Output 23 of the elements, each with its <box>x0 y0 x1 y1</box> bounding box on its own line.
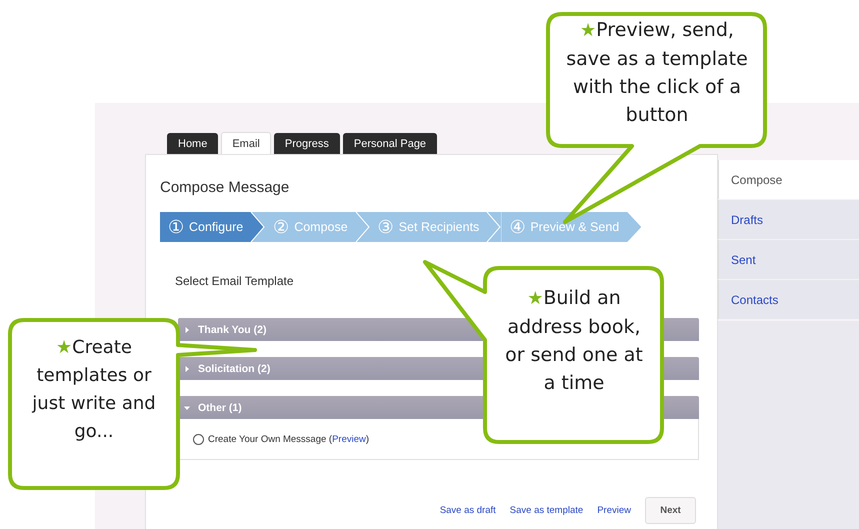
callout-text: ★Create templates or just write and go... <box>30 336 157 444</box>
option-label: Create Your Own Messsage (Preview) <box>208 434 370 444</box>
page-title: Compose Message <box>160 179 290 196</box>
sidebar-item[interactable]: Compose <box>718 160 859 199</box>
radio-button[interactable] <box>193 434 204 444</box>
preview-link[interactable]: Preview <box>332 434 366 444</box>
tab[interactable]: Progress <box>274 133 340 154</box>
tab[interactable]: Personal Page <box>342 133 438 154</box>
action-link[interactable]: Save as template <box>510 505 584 516</box>
action-link[interactable]: Preview <box>597 505 631 516</box>
section-label: Select Email Template <box>175 274 294 288</box>
callout-text: ★Preview, send, save as a template with the click of a button <box>565 18 749 128</box>
sidebar-item[interactable]: Contacts <box>718 280 859 319</box>
tab[interactable]: Email <box>221 132 271 154</box>
sidebar-item[interactable]: Drafts <box>718 200 859 239</box>
sidebar-item[interactable]: Sent <box>718 240 859 279</box>
caret-right-icon <box>184 326 190 332</box>
caret-down-icon <box>184 404 190 410</box>
caret-right-icon <box>184 366 190 372</box>
tab[interactable]: Home <box>167 133 218 154</box>
chevron-separator-icon <box>485 212 502 242</box>
action-link[interactable]: Save as draft <box>440 505 496 516</box>
next-button[interactable]: Next <box>645 497 696 524</box>
